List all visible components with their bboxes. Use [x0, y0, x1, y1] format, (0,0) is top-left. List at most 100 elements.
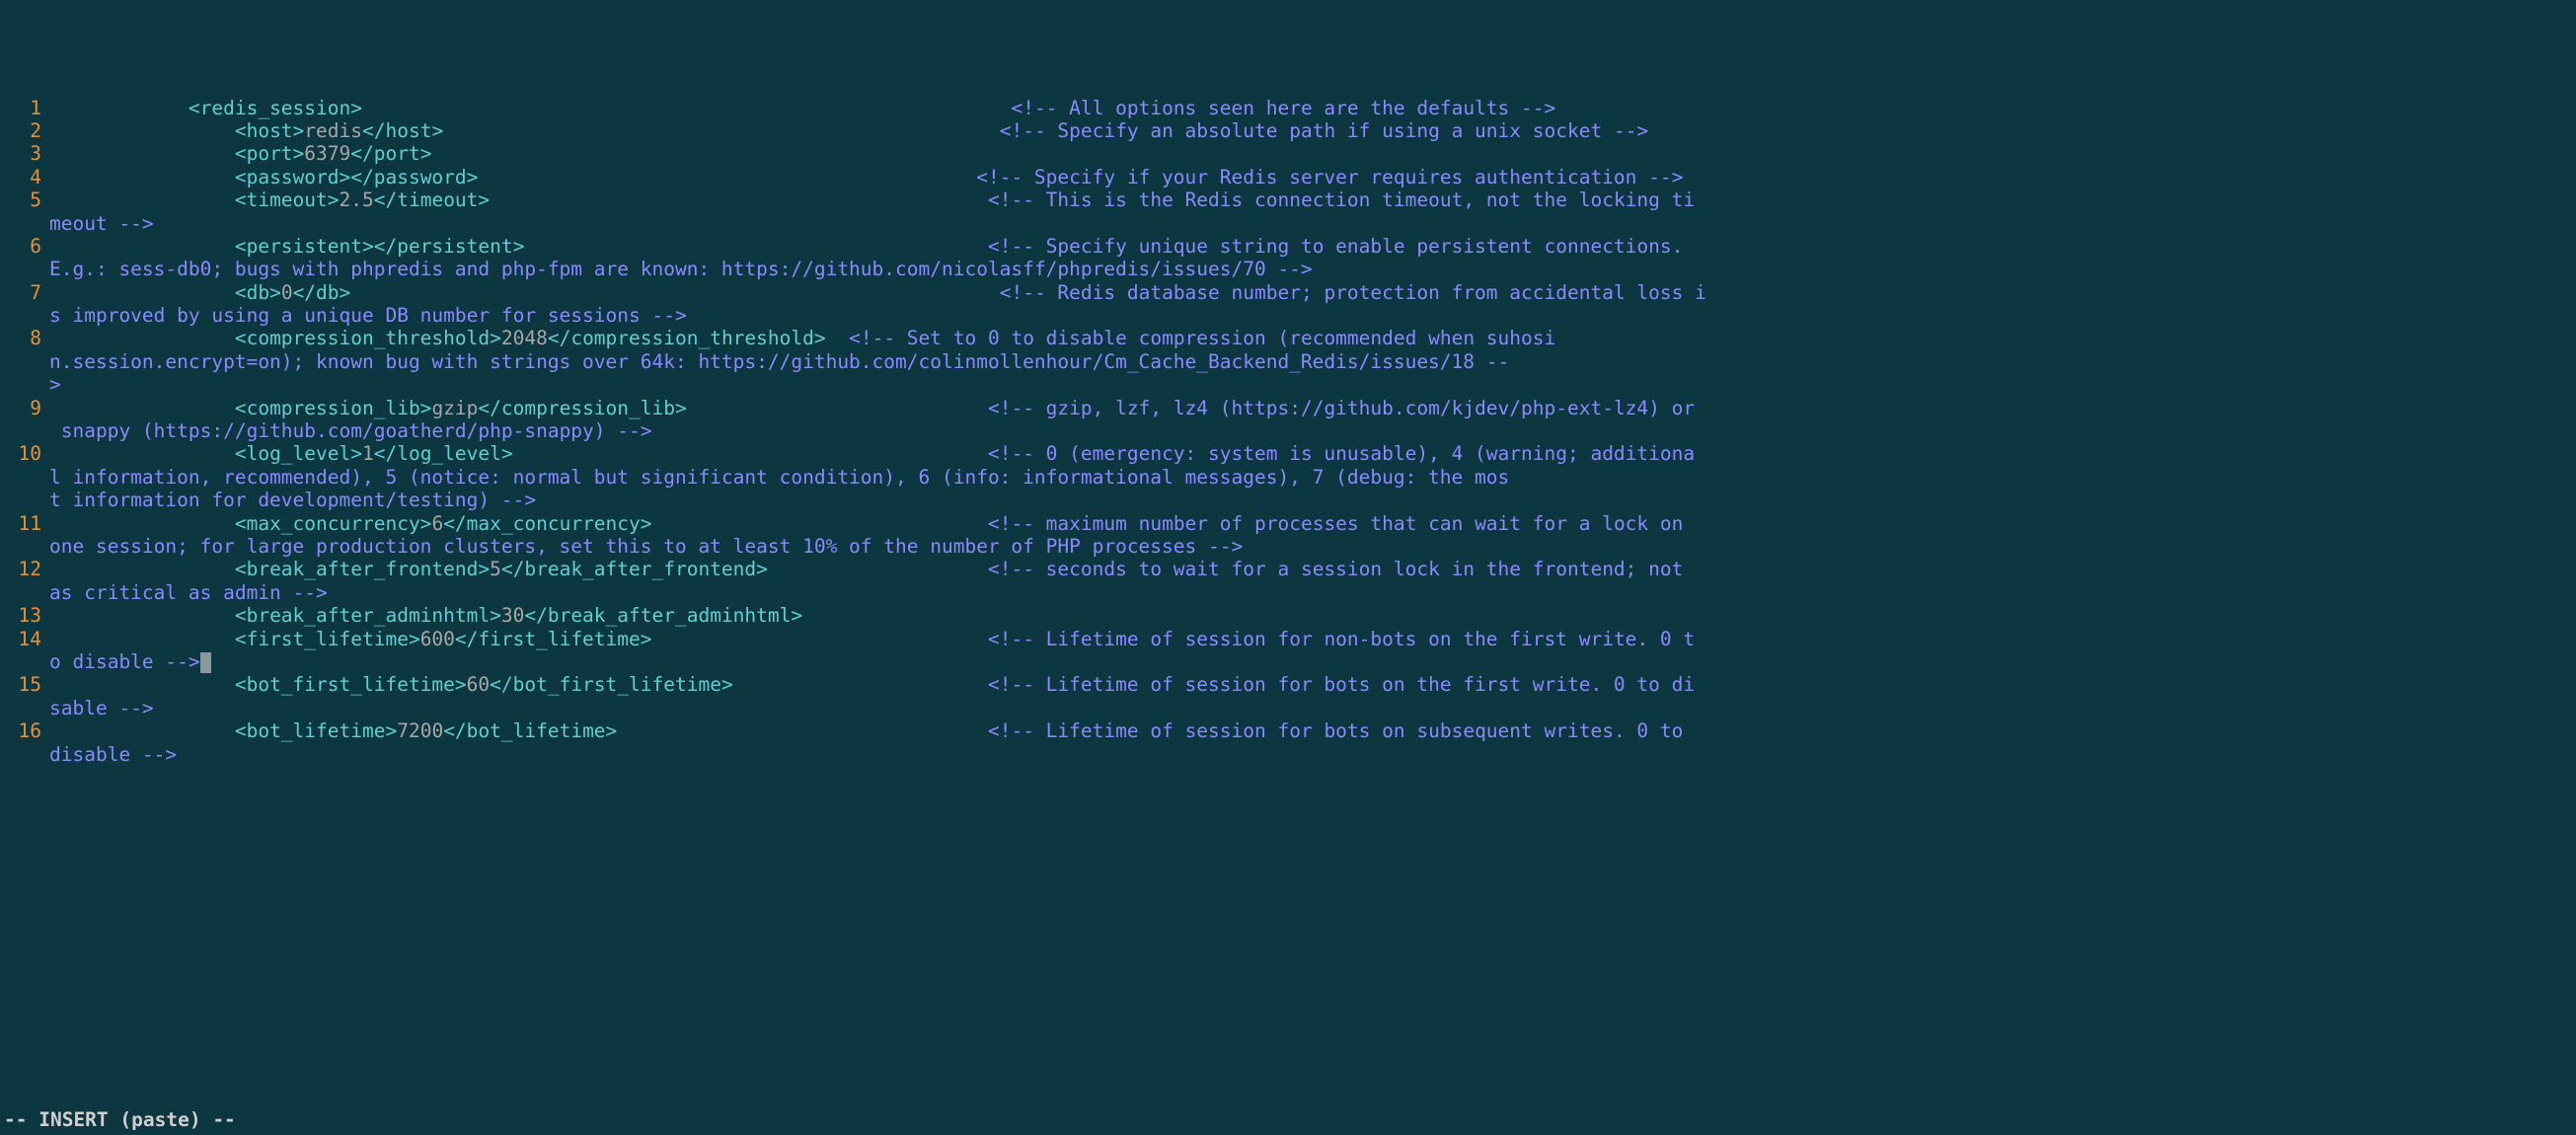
token-tag: <compression_lib>	[235, 397, 432, 419]
token-tag: <db>	[235, 281, 281, 304]
line-content[interactable]: <log_level>1</log_level> <!-- 0 (emergen…	[49, 442, 2576, 465]
line-content[interactable]: <timeout>2.5</timeout> <!-- This is the …	[49, 189, 2576, 211]
token-plain	[490, 189, 988, 211]
token-val: redis	[304, 119, 362, 142]
line-content[interactable]: <max_concurrency>6</max_concurrency> <!-…	[49, 512, 2576, 535]
token-comment: one session; for large production cluste…	[49, 535, 1243, 558]
token-plain	[49, 119, 235, 142]
line-content[interactable]: <host>redis</host> <!-- Specify an absol…	[49, 119, 2576, 142]
code-line[interactable]: 1 <redis_session> <!-- All options seen …	[0, 97, 2576, 119]
token-plain	[652, 512, 988, 535]
token-plain	[49, 397, 235, 419]
token-plain	[513, 442, 988, 465]
line-content[interactable]: as critical as admin -->	[49, 581, 2576, 604]
line-content[interactable]: t information for development/testing) -…	[49, 489, 2576, 511]
code-line[interactable]: 3 <port>6379</port>	[0, 142, 2576, 165]
code-line[interactable]: 2 <host>redis</host> <!-- Specify an abs…	[0, 119, 2576, 142]
code-line[interactable]: 4 <password></password> <!-- Specify if …	[0, 166, 2576, 189]
code-line[interactable]: 9 <compression_lib>gzip</compression_lib…	[0, 397, 2576, 419]
code-line[interactable]: 14 <first_lifetime>600</first_lifetime> …	[0, 628, 2576, 650]
token-comment: meout -->	[49, 212, 154, 235]
line-content[interactable]: <port>6379</port>	[49, 142, 2576, 165]
code-line-wrap[interactable]: n.session.encrypt=on); known bug with st…	[0, 350, 2576, 373]
token-val: 2.5	[340, 189, 374, 211]
code-line[interactable]: 13 <break_after_adminhtml>30</break_afte…	[0, 604, 2576, 627]
token-comment: as critical as admin -->	[49, 581, 328, 604]
line-content[interactable]: <persistent></persistent> <!-- Specify u…	[49, 235, 2576, 258]
line-content[interactable]: meout -->	[49, 212, 2576, 235]
token-comment: <!-- Specify unique string to enable per…	[988, 235, 1695, 258]
token-tag: </timeout>	[374, 189, 490, 211]
line-content[interactable]: disable -->	[49, 743, 2576, 766]
token-comment: sable -->	[49, 697, 154, 719]
line-content[interactable]: <bot_lifetime>7200</bot_lifetime> <!-- L…	[49, 719, 2576, 742]
code-line[interactable]: 10 <log_level>1</log_level> <!-- 0 (emer…	[0, 442, 2576, 465]
token-plain	[768, 558, 988, 580]
line-content[interactable]: o disable -->	[49, 650, 2576, 673]
token-plain	[443, 119, 1000, 142]
line-number: 13	[0, 604, 49, 627]
line-content[interactable]: <first_lifetime>600</first_lifetime> <!-…	[49, 628, 2576, 650]
code-line[interactable]: 6 <persistent></persistent> <!-- Specify…	[0, 235, 2576, 258]
token-val: 6	[431, 512, 443, 535]
text-cursor	[200, 652, 211, 673]
code-line-wrap[interactable]: meout -->	[0, 212, 2576, 235]
line-content[interactable]: >	[49, 373, 2576, 396]
code-editor[interactable]: 1 <redis_session> <!-- All options seen …	[0, 97, 2576, 766]
line-number: 16	[0, 719, 49, 742]
line-content[interactable]: <compression_threshold>2048</compression…	[49, 327, 2576, 349]
line-content[interactable]: E.g.: sess-db0; bugs with phpredis and p…	[49, 258, 2576, 280]
code-line-wrap[interactable]: as critical as admin -->	[0, 581, 2576, 604]
line-content[interactable]: n.session.encrypt=on); known bug with st…	[49, 350, 2576, 373]
line-content[interactable]: sable -->	[49, 697, 2576, 719]
line-content[interactable]: <break_after_adminhtml>30</break_after_a…	[49, 604, 2576, 627]
code-line-wrap[interactable]: E.g.: sess-db0; bugs with phpredis and p…	[0, 258, 2576, 280]
code-line[interactable]: 7 <db>0</db> <!-- Redis database number;…	[0, 281, 2576, 304]
code-line-wrap[interactable]: one session; for large production cluste…	[0, 535, 2576, 558]
code-line[interactable]: 8 <compression_threshold>2048</compressi…	[0, 327, 2576, 349]
code-line[interactable]: 12 <break_after_frontend>5</break_after_…	[0, 558, 2576, 580]
code-line[interactable]: 11 <max_concurrency>6</max_concurrency> …	[0, 512, 2576, 535]
code-line[interactable]: 5 <timeout>2.5</timeout> <!-- This is th…	[0, 189, 2576, 211]
code-line[interactable]: 15 <bot_first_lifetime>60</bot_first_lif…	[0, 673, 2576, 696]
token-plain	[49, 673, 235, 696]
line-content[interactable]: <bot_first_lifetime>60</bot_first_lifeti…	[49, 673, 2576, 696]
code-line-wrap[interactable]: o disable -->	[0, 650, 2576, 673]
code-line[interactable]: 16 <bot_lifetime>7200</bot_lifetime> <!-…	[0, 719, 2576, 742]
line-number: 6	[0, 235, 49, 258]
line-content[interactable]: <break_after_frontend>5</break_after_fro…	[49, 558, 2576, 580]
line-number: 5	[0, 189, 49, 211]
token-comment: >	[49, 373, 61, 396]
token-tag: <break_after_adminhtml>	[235, 604, 501, 627]
vim-status-line: -- INSERT (paste) --	[4, 1108, 236, 1131]
token-tag: </first_lifetime>	[455, 628, 652, 650]
token-plain	[49, 235, 235, 258]
line-number: 15	[0, 673, 49, 696]
token-tag: </bot_first_lifetime>	[490, 673, 733, 696]
token-tag: <bot_lifetime>	[235, 719, 397, 742]
token-val: 60	[467, 673, 490, 696]
line-content[interactable]: <compression_lib>gzip</compression_lib> …	[49, 397, 2576, 419]
line-content[interactable]: snappy (https://github.com/goatherd/php-…	[49, 419, 2576, 442]
code-line-wrap[interactable]: disable -->	[0, 743, 2576, 766]
line-content[interactable]: l information, recommended), 5 (notice: …	[49, 466, 2576, 489]
code-line-wrap[interactable]: t information for development/testing) -…	[0, 489, 2576, 511]
token-tag: </compression_lib>	[478, 397, 686, 419]
token-comment: <!-- Lifetime of session for bots on the…	[988, 673, 1695, 696]
line-content[interactable]: <password></password> <!-- Specify if yo…	[49, 166, 2576, 189]
code-line-wrap[interactable]: >	[0, 373, 2576, 396]
token-val: 1	[362, 442, 374, 465]
token-plain	[49, 327, 235, 349]
line-content[interactable]: one session; for large production cluste…	[49, 535, 2576, 558]
token-plain	[49, 442, 235, 465]
code-line-wrap[interactable]: sable -->	[0, 697, 2576, 719]
code-line-wrap[interactable]: l information, recommended), 5 (notice: …	[0, 466, 2576, 489]
line-number: 10	[0, 442, 49, 465]
code-line-wrap[interactable]: s improved by using a unique DB number f…	[0, 304, 2576, 327]
token-comment: <!-- maximum number of processes that ca…	[988, 512, 1695, 535]
line-content[interactable]: <db>0</db> <!-- Redis database number; p…	[49, 281, 2576, 304]
code-line-wrap[interactable]: snappy (https://github.com/goatherd/php-…	[0, 419, 2576, 442]
token-plain	[49, 512, 235, 535]
line-content[interactable]: <redis_session> <!-- All options seen he…	[49, 97, 2576, 119]
line-content[interactable]: s improved by using a unique DB number f…	[49, 304, 2576, 327]
